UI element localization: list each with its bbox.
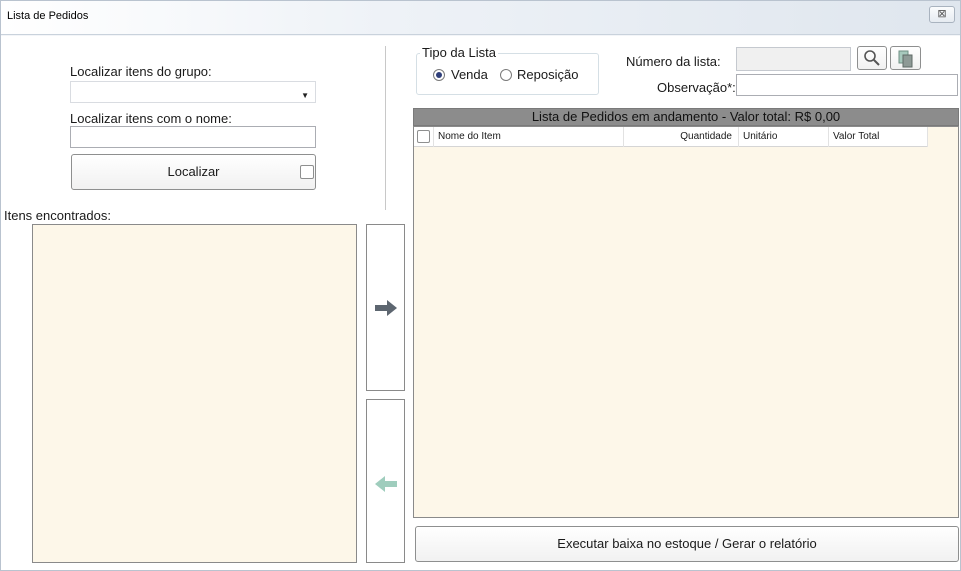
execute-stock-button[interactable]: Executar baixa no estoque / Gerar o rela…: [415, 526, 959, 562]
arrow-left-icon: [375, 476, 397, 492]
orders-header-bar: Lista de Pedidos em andamento - Valor to…: [413, 108, 959, 126]
search-list-button[interactable]: [857, 46, 887, 70]
observation-label: Observação*:: [657, 80, 736, 95]
name-search-input[interactable]: [70, 126, 316, 148]
copy-list-button[interactable]: [890, 46, 921, 70]
add-item-button[interactable]: [366, 224, 405, 391]
select-all-cell: [414, 127, 434, 147]
remove-item-button[interactable]: [366, 399, 405, 563]
found-items-list[interactable]: [32, 224, 357, 563]
execute-stock-button-label: Executar baixa no estoque / Gerar o rela…: [557, 536, 817, 551]
orders-grid-header: Nome do Item Quantidade Unitário Valor T…: [414, 127, 928, 147]
group-select[interactable]: ▼: [70, 81, 316, 103]
title-bar: Lista de Pedidos ⊠: [1, 1, 960, 35]
list-number-label: Número da lista:: [626, 54, 721, 69]
radio-reposicao[interactable]: [500, 69, 512, 81]
column-total-value[interactable]: Valor Total: [829, 127, 928, 147]
dropdown-arrow-icon: ▼: [301, 91, 309, 100]
radio-venda-label: Venda: [451, 67, 488, 82]
main-window: Lista de Pedidos ⊠ Localizar itens do gr…: [0, 0, 961, 571]
orders-header-text: Lista de Pedidos em andamento - Valor to…: [531, 109, 841, 124]
name-search-label: Localizar itens com o nome:: [70, 111, 232, 126]
radio-reposicao-label: Reposição: [517, 67, 579, 82]
copy-document-icon: [898, 50, 912, 68]
orders-grid[interactable]: Nome do Item Quantidade Unitário Valor T…: [413, 126, 959, 518]
window-client-area: Localizar itens do grupo: ▼ Localizar it…: [1, 36, 960, 570]
magnifier-icon: [864, 50, 880, 66]
locate-checkbox-icon: [300, 165, 314, 179]
locate-button-label: Localizar: [167, 164, 220, 179]
list-type-title: Tipo da Lista: [420, 45, 498, 60]
column-quantity[interactable]: Quantidade: [624, 127, 739, 147]
select-all-checkbox[interactable]: [417, 130, 430, 143]
arrow-right-icon: [375, 300, 397, 316]
close-button[interactable]: ⊠: [929, 6, 955, 23]
window-title: Lista de Pedidos: [7, 10, 89, 22]
column-item-name[interactable]: Nome do Item: [434, 127, 624, 147]
radio-venda[interactable]: [433, 69, 445, 81]
found-items-label: Itens encontrados:: [4, 208, 111, 223]
group-search-label: Localizar itens do grupo:: [70, 64, 212, 79]
locate-button[interactable]: Localizar: [71, 154, 316, 190]
close-icon: ⊠: [937, 8, 947, 20]
panel-separator: [385, 46, 386, 210]
column-unit-price[interactable]: Unitário: [739, 127, 829, 147]
list-number-input[interactable]: [736, 47, 851, 71]
observation-input[interactable]: [736, 74, 958, 96]
